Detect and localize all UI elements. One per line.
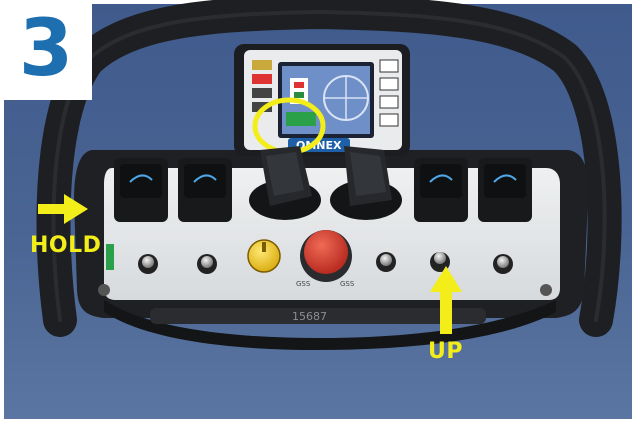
gss-label-right: GSS [340, 280, 355, 288]
step-number: 3 [18, 4, 74, 94]
hold-label: HOLD [30, 233, 102, 258]
emergency-stop-button [304, 230, 348, 274]
green-side-tab [106, 244, 114, 270]
toggle-switch-1 [138, 254, 158, 274]
gss-label-left: GSS [296, 280, 311, 288]
toggle-switch-2 [197, 254, 217, 274]
step-badge: 3 [0, 0, 92, 100]
remote-control-photo: 15687 OMNEX GSS GSS [0, 0, 636, 423]
up-label: UP [428, 339, 463, 364]
toggle-switch-3 [376, 252, 396, 272]
toggle-switch-5 [493, 254, 513, 274]
serial-number: 15687 [292, 310, 327, 323]
